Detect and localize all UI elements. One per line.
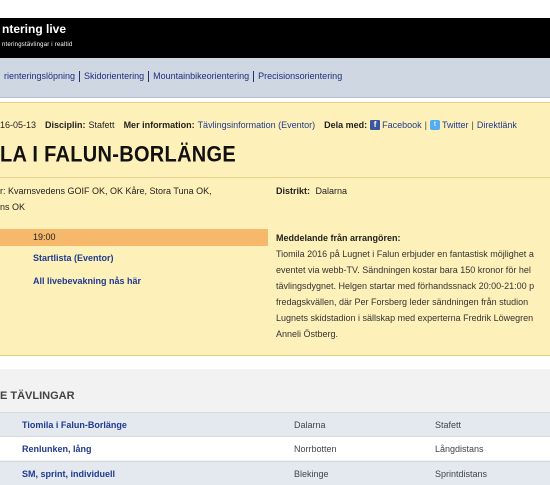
- all-live-link[interactable]: All livebevakning nås här: [33, 276, 141, 286]
- start-time: 19:00: [33, 232, 56, 242]
- message-line: Tiomila 2016 på Lugnet i Falun erbjuder …: [276, 249, 534, 259]
- event-info-line: 16-05-13 Disciplin: Stafett Mer informat…: [0, 120, 517, 130]
- competition-name[interactable]: SM, sprint, individuell: [22, 469, 115, 479]
- section-title: E TÄVLINGAR: [0, 390, 75, 402]
- event-panel: 16-05-13 Disciplin: Stafett Mer informat…: [0, 102, 550, 356]
- share-label: Dela med:: [324, 120, 368, 130]
- table-row[interactable]: Renlunken, lång Norrbotten Långdistans: [0, 436, 550, 460]
- more-info-label: Mer information:: [123, 120, 195, 130]
- share-twitter-link[interactable]: Twitter: [442, 120, 469, 130]
- organizers-line: r: Kvarnsvedens GOIF OK, OK Kåre, Stora …: [0, 186, 212, 196]
- discipline-value: Stafett: [88, 120, 115, 130]
- message-title: Meddelande från arrangören:: [276, 233, 401, 243]
- competition-district: Norrbotten: [294, 444, 337, 454]
- startlist-link[interactable]: Startlista (Eventor): [33, 253, 114, 263]
- nav-item-mountainbikeorientering[interactable]: Mountainbikeorientering: [149, 71, 255, 82]
- start-time-bar: 19:00: [0, 229, 268, 246]
- more-info-link[interactable]: Tävlingsinformation (Eventor): [198, 120, 316, 130]
- panel-divider: [0, 177, 550, 178]
- share-facebook-link[interactable]: Facebook: [382, 120, 422, 130]
- share-separator: |: [424, 120, 427, 130]
- top-strip: [0, 0, 550, 18]
- district: Distrikt: Dalarna: [276, 186, 347, 196]
- message-line: eventet via webb-TV. Sändningen kostar b…: [276, 265, 531, 275]
- message-line: tävlingsdygnet. Helgen startar med förha…: [276, 281, 535, 291]
- nav-item-precisionsorientering[interactable]: Precisionsorientering: [254, 71, 346, 82]
- event-date: 16-05-13: [0, 120, 37, 130]
- nav-item-skidorientering[interactable]: Skidorientering: [80, 71, 150, 82]
- message-line: Anneli Östberg.: [276, 329, 339, 339]
- twitter-icon[interactable]: t: [430, 120, 440, 130]
- site-subtitle: nteringstävlingar i realtid: [2, 42, 73, 48]
- discipline-label: Disciplin:: [45, 120, 86, 130]
- share-separator: |: [471, 120, 474, 130]
- competition-name[interactable]: Renlunken, lång: [22, 444, 92, 454]
- main-nav: rienteringslöpning Skidorientering Mount…: [0, 58, 550, 98]
- competition-discipline: Långdistans: [435, 444, 484, 454]
- competition-district: Blekinge: [294, 469, 329, 479]
- site-title[interactable]: ntering live: [2, 22, 66, 36]
- competition-district: Dalarna: [294, 420, 326, 430]
- nav-item-orienteringslopning[interactable]: rienteringslöpning: [0, 71, 81, 82]
- competitions-section: E TÄVLINGAR Tiomila i Falun-Borlänge Dal…: [0, 369, 550, 485]
- organizers-line: ns OK: [0, 202, 26, 212]
- competition-name[interactable]: Tiomila i Falun-Borlänge: [22, 420, 127, 430]
- site-header: ntering live nteringstävlingar i realtid: [0, 18, 550, 58]
- competition-discipline: Sprintdistans: [435, 469, 488, 479]
- event-title: LA I FALUN-BORLÄNGE: [0, 143, 237, 168]
- table-row[interactable]: SM, sprint, individuell Blekinge Sprintd…: [0, 461, 550, 485]
- message-line: fredagskvällen, där Per Forsberg leder s…: [276, 297, 529, 307]
- district-label: Distrikt:: [276, 186, 311, 196]
- table-row[interactable]: Tiomila i Falun-Borlänge Dalarna Stafett: [0, 412, 550, 436]
- facebook-icon[interactable]: f: [370, 120, 381, 130]
- share-direct-link[interactable]: Direktlänk: [477, 120, 517, 130]
- district-value: Dalarna: [315, 186, 348, 196]
- message-line: Lugnets skidstadion i sällskap med exper…: [276, 313, 534, 323]
- competition-discipline: Stafett: [435, 420, 462, 430]
